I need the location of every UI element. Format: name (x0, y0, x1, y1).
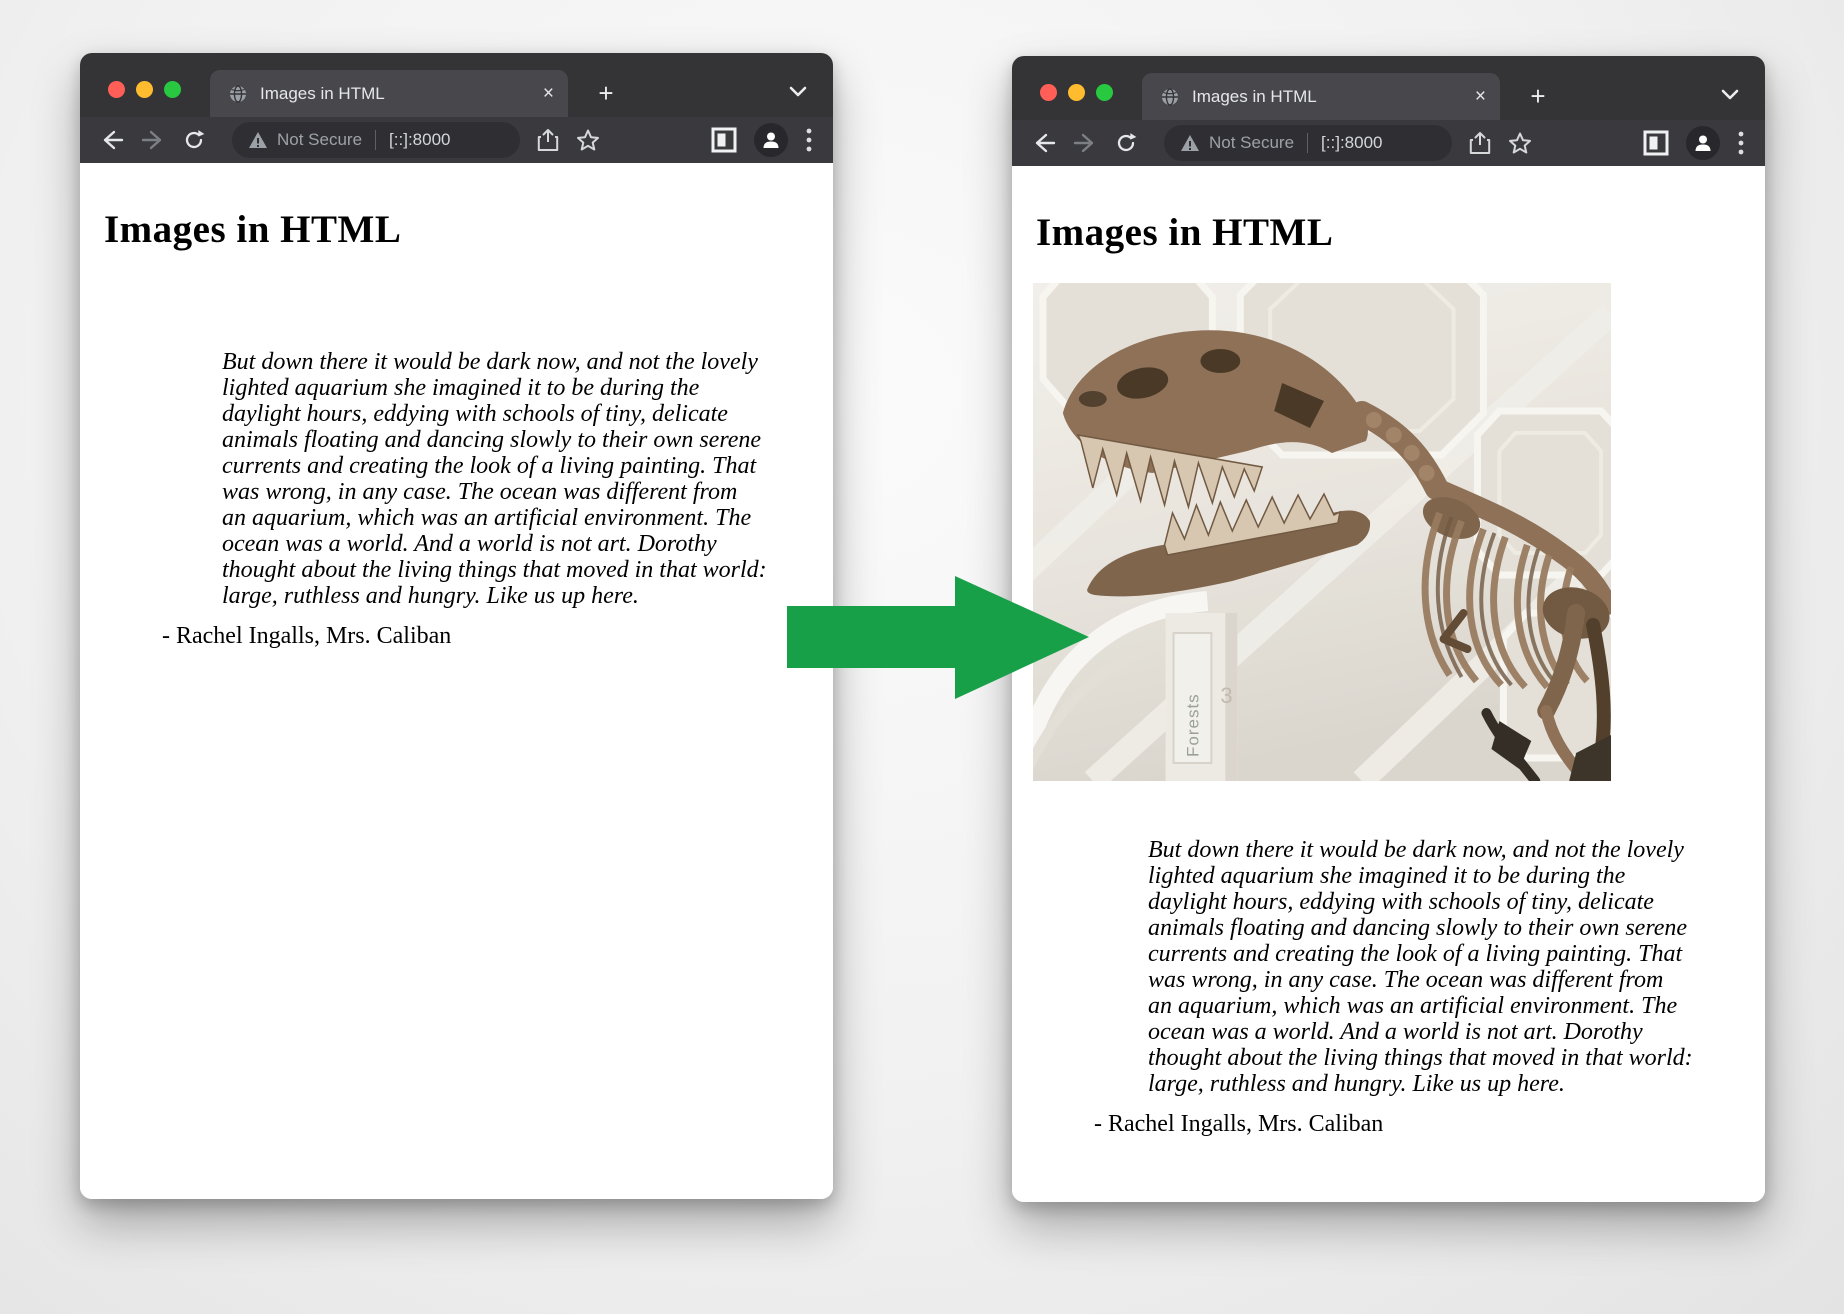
warning-icon[interactable] (248, 131, 268, 149)
security-label: Not Secure (1209, 133, 1294, 153)
close-window-button[interactable] (108, 81, 125, 98)
back-icon[interactable] (100, 129, 124, 151)
trex-skeleton-photo: Forests 3 (1033, 283, 1611, 781)
bookmark-star-icon[interactable] (1508, 131, 1532, 155)
browser-window-before: Images in HTML × + Not Secure [::]:8000 (80, 53, 833, 1199)
traffic-lights (1040, 84, 1113, 101)
globe-favicon-icon (1160, 87, 1180, 107)
side-panel-icon[interactable] (1643, 130, 1669, 156)
page-title: Images in HTML (1036, 210, 1741, 255)
browser-toolbar: Not Secure [::]:8000 (1012, 120, 1765, 166)
zoom-window-button[interactable] (164, 81, 181, 98)
url-text: [::]:8000 (389, 130, 450, 150)
page-content: Images in HTML But down there it would b… (80, 163, 833, 1199)
forward-icon[interactable] (141, 129, 165, 151)
minimize-window-button[interactable] (1068, 84, 1085, 101)
reload-icon[interactable] (182, 128, 206, 152)
chevron-down-icon[interactable] (789, 85, 807, 103)
new-tab-button[interactable]: + (1520, 78, 1556, 114)
address-bar[interactable]: Not Secure [::]:8000 (1164, 125, 1452, 161)
profile-avatar[interactable] (754, 123, 788, 157)
page-title: Images in HTML (104, 207, 809, 252)
chevron-down-icon[interactable] (1721, 88, 1739, 106)
divider (1307, 133, 1308, 153)
tab-images-in-html[interactable]: Images in HTML × (1142, 73, 1500, 120)
security-label: Not Secure (277, 130, 362, 150)
green-arrow-icon (783, 570, 1093, 705)
profile-avatar[interactable] (1686, 126, 1720, 160)
tab-strip: Images in HTML × + (1012, 56, 1765, 120)
tab-close-icon[interactable]: × (1475, 87, 1486, 106)
menu-icon[interactable] (1737, 130, 1745, 156)
tab-title: Images in HTML (1192, 87, 1463, 107)
zoom-window-button[interactable] (1096, 84, 1113, 101)
url-text: [::]:8000 (1321, 133, 1382, 153)
warning-icon[interactable] (1180, 134, 1200, 152)
new-tab-button[interactable]: + (588, 75, 624, 111)
address-bar[interactable]: Not Secure [::]:8000 (232, 122, 520, 158)
browser-window-after: Images in HTML × + Not Secure [::]:8000 (1012, 56, 1765, 1202)
quote-block: But down there it would be dark now, and… (1148, 837, 1693, 1097)
tab-title: Images in HTML (260, 84, 531, 104)
tab-images-in-html[interactable]: Images in HTML × (210, 70, 568, 117)
close-window-button[interactable] (1040, 84, 1057, 101)
quote-block: But down there it would be dark now, and… (222, 349, 767, 609)
share-icon[interactable] (537, 128, 559, 152)
bookmark-star-icon[interactable] (576, 128, 600, 152)
tab-strip: Images in HTML × + (80, 53, 833, 117)
tab-close-icon[interactable]: × (543, 84, 554, 103)
globe-favicon-icon (228, 84, 248, 104)
side-panel-icon[interactable] (711, 127, 737, 153)
reload-icon[interactable] (1114, 131, 1138, 155)
traffic-lights (108, 81, 181, 98)
page-content: Images in HTML (1012, 166, 1765, 1202)
menu-icon[interactable] (805, 127, 813, 153)
share-icon[interactable] (1469, 131, 1491, 155)
divider (375, 130, 376, 150)
quote-attribution: - Rachel Ingalls, Mrs. Caliban (1094, 1111, 1741, 1138)
forward-icon[interactable] (1073, 132, 1097, 154)
quote-attribution: - Rachel Ingalls, Mrs. Caliban (162, 623, 809, 650)
browser-toolbar: Not Secure [::]:8000 (80, 117, 833, 163)
minimize-window-button[interactable] (136, 81, 153, 98)
back-icon[interactable] (1032, 132, 1056, 154)
